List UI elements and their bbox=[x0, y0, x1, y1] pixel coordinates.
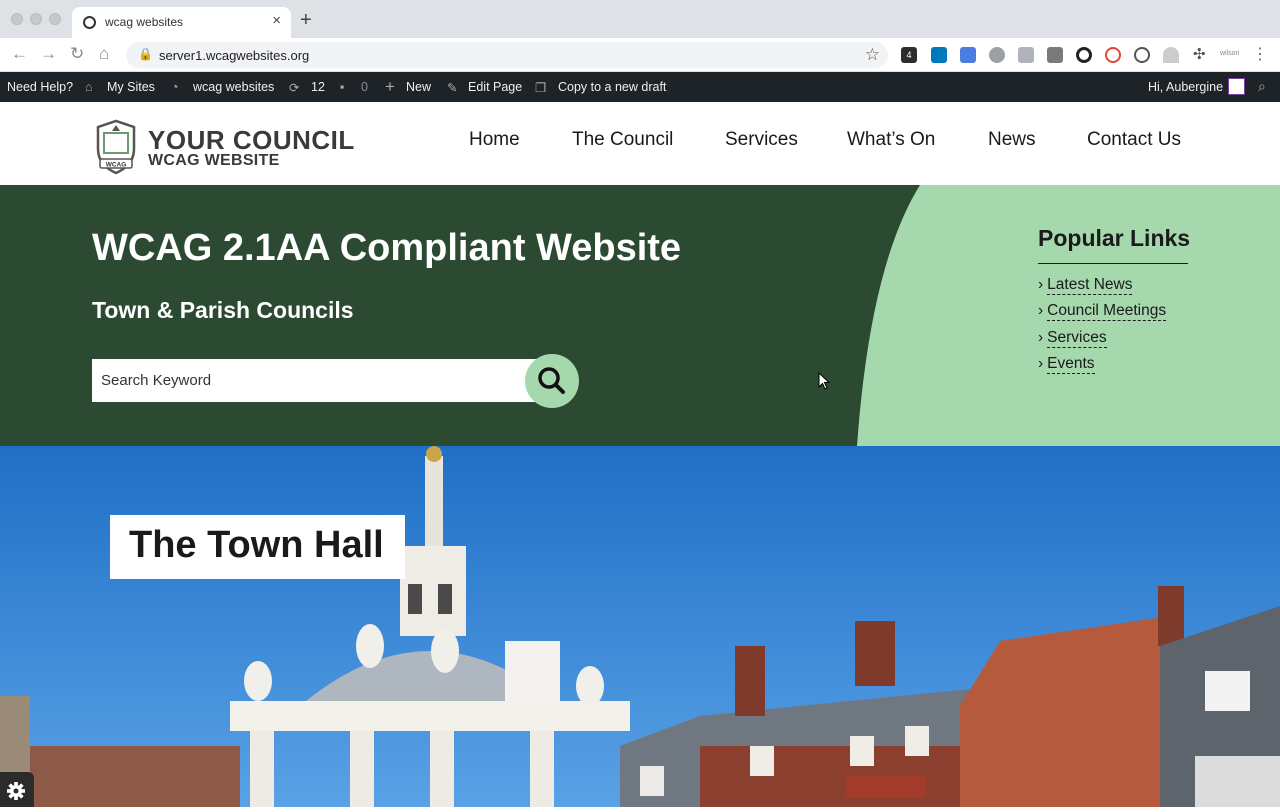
search-icon bbox=[538, 367, 565, 394]
copy-icon: ❐ bbox=[535, 81, 547, 95]
new-tab-button[interactable]: + bbox=[300, 9, 312, 32]
popular-link-label: Services bbox=[1047, 329, 1107, 348]
extensions-puzzle-icon[interactable]: ✣ bbox=[1193, 45, 1206, 63]
my-sites-link[interactable]: My Sites bbox=[107, 80, 155, 94]
popular-links-divider bbox=[1038, 263, 1188, 264]
calendar-extension-icon[interactable] bbox=[960, 47, 976, 63]
nav-news[interactable]: News bbox=[988, 129, 1036, 151]
nav-home[interactable]: Home bbox=[469, 129, 520, 151]
arc-extension-icon[interactable] bbox=[1163, 47, 1179, 63]
photo-title: The Town Hall bbox=[129, 524, 384, 566]
chevron-right-icon: › bbox=[1038, 329, 1044, 346]
edit-page-link[interactable]: Edit Page bbox=[468, 80, 522, 94]
popular-link-latest-news[interactable]: › Latest News bbox=[1038, 276, 1133, 295]
new-link[interactable]: New bbox=[406, 80, 431, 94]
tab-title: wcag websites bbox=[105, 15, 184, 29]
updates-count[interactable]: 12 bbox=[311, 80, 325, 94]
avatar[interactable] bbox=[1228, 78, 1245, 95]
url-text: server1.wcagwebsites.org bbox=[159, 48, 310, 63]
popular-link-label: Council Meetings bbox=[1047, 302, 1167, 321]
admin-search-icon[interactable]: ⌕ bbox=[1258, 78, 1266, 95]
copy-draft-link[interactable]: Copy to a new draft bbox=[558, 80, 666, 94]
browser-toolbar: ← → ↻ ⌂ 🔒 server1.wcagwebsites.org ☆ 4 ✣… bbox=[0, 38, 1280, 72]
home-icon[interactable]: ⌂ bbox=[99, 44, 109, 64]
my-sites-icon: ⌂ bbox=[85, 80, 93, 94]
plus-icon: + bbox=[385, 77, 395, 96]
address-bar[interactable]: 🔒 server1.wcagwebsites.org ☆ bbox=[126, 42, 888, 68]
comments-count[interactable]: 0 bbox=[361, 80, 368, 94]
browser-tab[interactable]: wcag websites × bbox=[72, 7, 291, 38]
tab-close-icon[interactable]: × bbox=[272, 12, 281, 29]
grammar-extension-icon[interactable] bbox=[1047, 47, 1063, 63]
forward-icon[interactable]: → bbox=[40, 44, 57, 64]
council-crest-icon[interactable]: WCAG bbox=[92, 119, 140, 175]
site-name-link[interactable]: wcag websites bbox=[193, 80, 274, 94]
dashboard-icon: ◔ bbox=[171, 80, 179, 94]
town-hall-photo bbox=[0, 446, 1280, 807]
nav-contact-us[interactable]: Contact Us bbox=[1087, 129, 1181, 151]
hero-subtitle: Town & Parish Councils bbox=[92, 297, 354, 323]
comments-icon: ▪ bbox=[340, 80, 345, 94]
mouse-cursor-icon bbox=[818, 372, 830, 390]
window-minimize-button[interactable] bbox=[30, 13, 42, 25]
hero-banner: WCAG 2.1AA Compliant Website Town & Pari… bbox=[0, 185, 1280, 446]
search-input[interactable] bbox=[92, 359, 542, 402]
logo-subtitle[interactable]: WCAG WEBSITE bbox=[148, 152, 280, 170]
bookmark-star-icon[interactable]: ☆ bbox=[865, 45, 880, 65]
popular-links-title: Popular Links bbox=[1038, 225, 1191, 251]
updates-icon: ⟳ bbox=[289, 81, 300, 95]
site-favicon-icon bbox=[83, 16, 96, 29]
pencil-icon: ✎ bbox=[447, 81, 458, 95]
site-header: WCAG YOUR COUNCIL WCAG WEBSITE Home The … bbox=[0, 102, 1280, 185]
nav-services[interactable]: Services bbox=[725, 129, 798, 151]
photo-title-card: The Town Hall bbox=[110, 515, 405, 579]
need-help-link[interactable]: Need Help? bbox=[7, 80, 73, 94]
profile-label[interactable]: wilson bbox=[1220, 50, 1239, 57]
popular-link-label: Latest News bbox=[1047, 276, 1133, 295]
popular-link-label: Events bbox=[1047, 355, 1095, 374]
trello-extension-icon[interactable] bbox=[931, 47, 947, 63]
circle-extension-icon[interactable] bbox=[1076, 47, 1092, 63]
wp-admin-bar: Need Help? ⌂ My Sites ◔ wcag websites ⟳ … bbox=[0, 72, 1280, 102]
chat-extension-icon[interactable] bbox=[1018, 47, 1034, 63]
search-button[interactable] bbox=[525, 354, 579, 408]
crest-badge-text: WCAG bbox=[106, 162, 127, 169]
window-zoom-button[interactable] bbox=[49, 13, 61, 25]
popular-link-events[interactable]: › Events bbox=[1038, 355, 1095, 374]
window-close-button[interactable] bbox=[11, 13, 23, 25]
extension-badge-icon[interactable]: 4 bbox=[901, 47, 917, 63]
reload-icon[interactable]: ↻ bbox=[70, 44, 84, 64]
accessibility-settings-button[interactable] bbox=[0, 772, 34, 807]
chevron-right-icon: › bbox=[1038, 276, 1044, 293]
nav-whats-on[interactable]: What’s On bbox=[847, 129, 935, 151]
gear-icon bbox=[7, 782, 25, 800]
lock-icon: 🔒 bbox=[138, 47, 153, 61]
popular-link-council-meetings[interactable]: › Council Meetings bbox=[1038, 302, 1167, 321]
chevron-right-icon: › bbox=[1038, 355, 1044, 372]
browser-tab-bar: wcag websites × + bbox=[0, 0, 1280, 38]
town-hall-photo-section: The Town Hall bbox=[0, 446, 1280, 807]
nav-the-council[interactable]: The Council bbox=[572, 129, 673, 151]
red-extension-icon[interactable] bbox=[1105, 47, 1121, 63]
wordpress-extension-icon[interactable] bbox=[1134, 47, 1150, 63]
popular-link-services[interactable]: › Services bbox=[1038, 329, 1107, 348]
extension-badge-count: 4 bbox=[906, 50, 912, 60]
user-greeting[interactable]: Hi, Aubergine bbox=[1148, 80, 1223, 94]
accessibility-extension-icon[interactable] bbox=[989, 47, 1005, 63]
hero-title: WCAG 2.1AA Compliant Website bbox=[92, 227, 682, 269]
chevron-right-icon: › bbox=[1038, 302, 1044, 319]
browser-menu-icon[interactable]: ⋮ bbox=[1252, 44, 1268, 64]
back-icon[interactable]: ← bbox=[11, 44, 28, 64]
